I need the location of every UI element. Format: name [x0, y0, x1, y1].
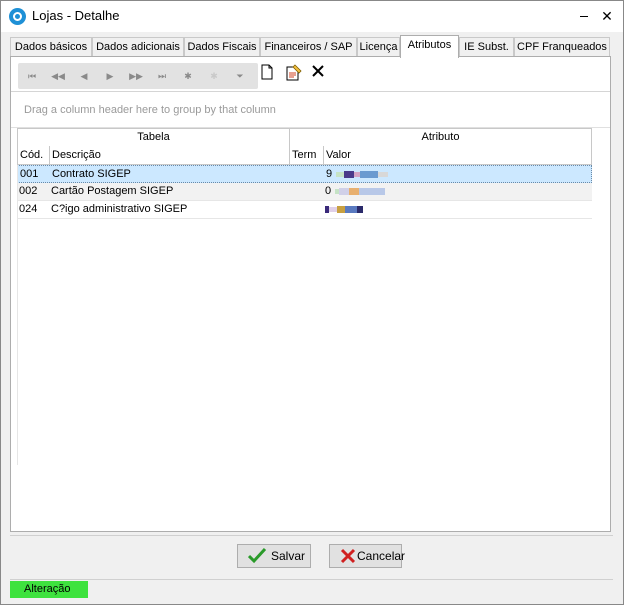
column-header-descricao[interactable]: Descrição [49, 146, 290, 165]
band-tabela[interactable]: Tabela [17, 128, 290, 147]
prior-record-button[interactable]: ◀ [74, 66, 94, 86]
minimize-button[interactable] [577, 9, 593, 23]
next-record-button[interactable]: ▶ [100, 66, 120, 86]
cancel-label: Cancelar [357, 549, 406, 563]
group-by-panel[interactable]: Drag a column header here to group by th… [11, 92, 610, 128]
table-row[interactable]: 024 C?igo administrativo SIGEP [17, 201, 592, 219]
next-page-button[interactable]: ▶▶ [126, 66, 146, 86]
append-record-button[interactable]: ✱ [204, 66, 224, 86]
tab-financeiros-sap[interactable]: Financeiros / SAP [260, 37, 357, 57]
cell-cod: 002 [19, 185, 38, 197]
column-header-cod[interactable]: Cód. [17, 146, 50, 165]
tab-label: Licença [359, 41, 398, 53]
column-header-term[interactable]: Term [289, 146, 324, 165]
tab-dados-basicos[interactable]: Dados básicos [10, 37, 92, 57]
cell-valor: 9 [326, 168, 333, 180]
window: Lojas - Detalhe ✕ Dados básicos Dados ad… [0, 0, 624, 605]
close-button[interactable]: ✕ [597, 7, 617, 25]
grid-divider [17, 165, 18, 465]
cancel-x-icon [340, 548, 356, 564]
cell-term [289, 183, 323, 200]
tab-label: CPF Franqueados [517, 41, 607, 53]
cell-descricao: C?igo administrativo SIGEP [51, 203, 188, 215]
tab-label: IE Subst. [464, 41, 509, 53]
tab-label: Dados Fiscais [187, 41, 257, 53]
app-icon [9, 8, 26, 25]
tab-ie-subst[interactable]: IE Subst. [459, 37, 514, 57]
status-badge: Alteração [10, 581, 88, 598]
tab-dados-fiscais[interactable]: Dados Fiscais [184, 37, 260, 57]
cell-cod: 001 [20, 168, 39, 180]
table-row[interactable]: 002 Cartão Postagem SIGEP 0 [17, 183, 592, 201]
edit-document-icon [286, 64, 302, 81]
first-record-button[interactable]: ⏮ [22, 66, 42, 86]
cell-term [289, 201, 323, 218]
cell-descricao: Contrato SIGEP [52, 168, 131, 180]
delete-icon [312, 65, 324, 77]
table-row[interactable]: 001 Contrato SIGEP 9 [17, 165, 592, 183]
delete-record-button[interactable] [311, 64, 331, 84]
tab-label: Dados adicionais [96, 41, 180, 53]
cell-descricao: Cartão Postagem SIGEP [51, 185, 174, 197]
insert-record-button[interactable]: ✱ [178, 66, 198, 86]
cancel-button[interactable]: Cancelar [329, 544, 406, 568]
window-title: Lojas - Detalhe [32, 8, 120, 23]
save-label: Salvar [271, 549, 306, 563]
obscured-value-image [325, 206, 363, 213]
filter-button[interactable]: ⏷ [230, 66, 250, 86]
tab-panel-atributos: ⏮ ◀◀ ◀ ▶ ▶▶ ⏭ ✱ ✱ ⏷ Drag a column header… [10, 56, 611, 532]
cell-cod: 024 [19, 203, 38, 215]
dialog-button-area: Salvar Cancelar [10, 535, 613, 577]
group-by-hint: Drag a column header here to group by th… [24, 104, 276, 116]
save-button[interactable]: Salvar [237, 544, 311, 568]
record-navigator: ⏮ ◀◀ ◀ ▶ ▶▶ ⏭ ✱ ✱ ⏷ [18, 63, 258, 89]
tab-cpf-franqueados[interactable]: CPF Franqueados [514, 37, 610, 57]
column-header-valor[interactable]: Valor [323, 146, 592, 165]
cell-term [290, 166, 324, 183]
edit-record-button[interactable] [285, 64, 305, 84]
band-atributo[interactable]: Atributo [289, 128, 592, 147]
tab-atributos[interactable]: Atributos [400, 35, 459, 58]
tab-label: Atributos [407, 39, 452, 51]
prior-page-button[interactable]: ◀◀ [48, 66, 68, 86]
new-document-icon [261, 64, 273, 80]
tab-dados-adicionais[interactable]: Dados adicionais [92, 37, 184, 57]
obscured-value-image [336, 171, 388, 178]
tab-label: Financeiros / SAP [264, 41, 353, 53]
obscured-value-image [335, 188, 385, 195]
title-bar: Lojas - Detalhe ✕ [1, 1, 623, 32]
check-icon [248, 548, 266, 564]
new-record-button[interactable] [260, 64, 280, 84]
tab-label: Dados básicos [14, 41, 88, 53]
status-bar: Alteração [10, 579, 613, 598]
attributes-grid: Drag a column header here to group by th… [11, 91, 610, 531]
cell-valor: 0 [325, 185, 332, 197]
last-record-button[interactable]: ⏭ [152, 66, 172, 86]
tab-licenca[interactable]: Licença [357, 37, 400, 57]
